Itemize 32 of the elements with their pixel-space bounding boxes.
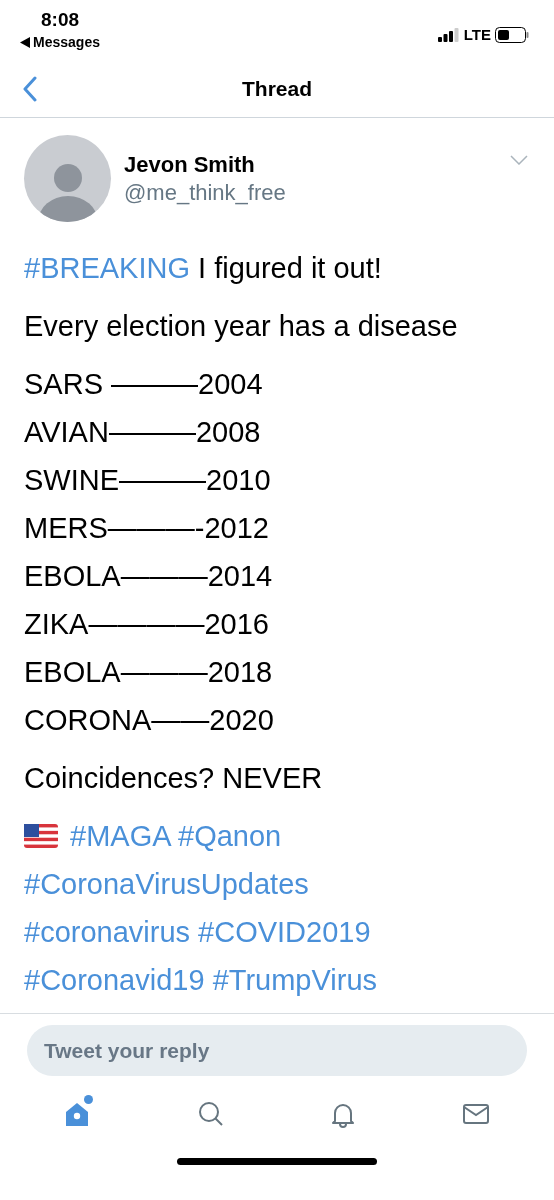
hashtag-link[interactable]: #MAGA [70, 820, 170, 852]
tweet-text: SWINE———2010 [24, 464, 271, 496]
back-triangle-icon [20, 37, 31, 48]
tweet-text: ZIKA————2016 [24, 608, 269, 640]
tweet-text: Every election year has a disease [24, 310, 458, 342]
back-to-app-link[interactable]: Messages [33, 32, 100, 53]
hashtag-link[interactable]: #BREAKING [24, 252, 190, 284]
signal-icon [437, 28, 460, 43]
hashtag-link[interactable]: #Coronavid19 [24, 964, 205, 996]
flag-icon [24, 824, 58, 848]
network-label: LTE [463, 25, 491, 45]
hashtag-link[interactable]: #Qanon [178, 820, 282, 852]
battery-icon [495, 27, 529, 44]
tweet-text: Coincidences? NEVER [24, 762, 323, 794]
author-name[interactable]: Jevon Smith [124, 150, 510, 179]
hashtag-link[interactable]: #coronavirus [24, 916, 191, 948]
tweet-text: I figured it out! [197, 252, 382, 284]
header-title: Thread [242, 75, 312, 102]
hashtag-link[interactable]: #CoronaVirusUpdates [24, 868, 309, 900]
tweet-text: EBOLA———2018 [24, 656, 273, 688]
tweet-text: MERS———-2012 [24, 512, 269, 544]
tweet-text: SARS ———2004 [24, 368, 263, 400]
tweet-text: AVIAN———2008 [24, 416, 261, 448]
back-icon[interactable] [22, 75, 38, 102]
tweet-text: EBOLA———2014 [24, 560, 273, 592]
chevron-down-icon[interactable] [510, 155, 528, 165]
status-time: 8:08 [41, 8, 79, 32]
reply-field[interactable]: Tweet your reply [27, 1025, 527, 1076]
tweet-text: CORONA——2020 [24, 704, 274, 736]
author-handle[interactable]: @me_think_free [124, 178, 510, 207]
hashtag-link[interactable]: #COVID2019 [198, 916, 371, 948]
hashtag-link[interactable]: #TrumpVirus [212, 964, 378, 996]
